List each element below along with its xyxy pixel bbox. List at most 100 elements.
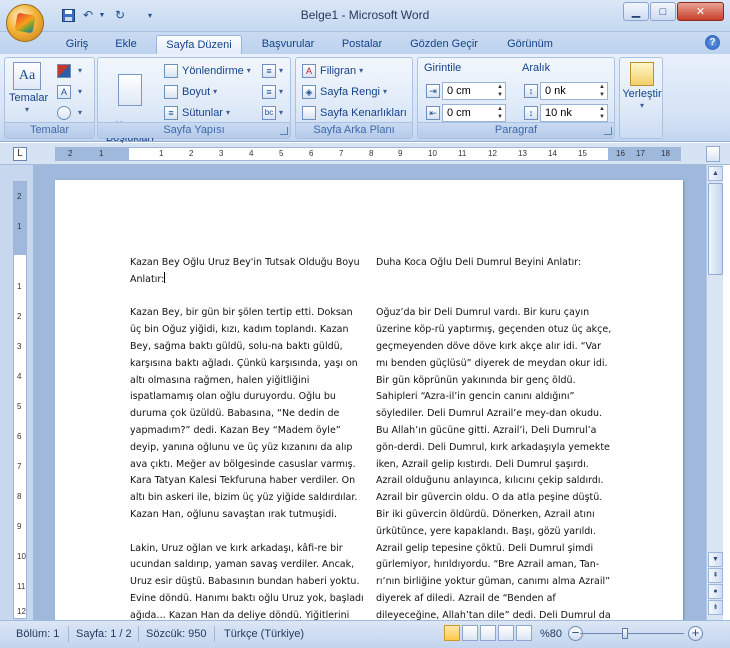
web-layout-view-button[interactable] (480, 625, 496, 641)
ruler-number: 6 (309, 149, 314, 158)
themes-icon: Aa (13, 62, 41, 90)
vruler-number: 12 (17, 607, 26, 616)
help-icon[interactable]: ? (705, 35, 720, 50)
boyut-button[interactable]: Boyut ▾ (164, 83, 217, 101)
sayfa-rengi-button[interactable]: ◈ Sayfa Rengi ▾ (302, 83, 387, 101)
space-after-icon: ↕ (524, 106, 538, 120)
sayfa-yapisi-launcher-icon[interactable] (280, 127, 288, 135)
right-indent-value: 0 cm (447, 107, 471, 119)
ruler-number: 3 (219, 149, 224, 158)
document-area[interactable]: Kazan Bey Oğlu Uruz Bey'in Tutsak Olduğu… (33, 165, 706, 640)
ruler-number: 17 (636, 149, 645, 158)
tab-postalar[interactable]: Postalar (332, 35, 392, 54)
group-label-sayfa-yapisi: Sayfa Yapısı (98, 122, 290, 138)
hyphenation-button[interactable]: bc ▾ (262, 104, 283, 122)
status-section[interactable]: Bölüm: 1 (16, 625, 59, 643)
ruler-number: 14 (548, 149, 557, 158)
space-before-value: 0 nk (545, 85, 566, 97)
tab-sayfa-duzeni[interactable]: Sayfa Düzeni (156, 35, 242, 54)
zoom-slider[interactable] (580, 633, 684, 634)
maximize-button[interactable]: □ (650, 2, 676, 21)
document-page[interactable]: Kazan Bey Oğlu Uruz Bey'in Tutsak Olduğu… (55, 180, 683, 640)
horizontal-ruler[interactable]: 2 1 1 2 3 4 5 6 7 8 9 10 11 12 13 14 15 … (55, 147, 681, 161)
zoom-in-button[interactable]: + (688, 626, 703, 641)
ruler-number: 1 (99, 149, 104, 158)
scroll-down-button[interactable]: ▼ (708, 552, 723, 567)
space-before-spinner[interactable]: ▲ ▼ (597, 83, 607, 99)
sayfa-kenarliklari-button[interactable]: Sayfa Kenarlıkları (302, 104, 407, 122)
ruler-number: 5 (279, 149, 284, 158)
boyut-label: Boyut (182, 86, 211, 98)
status-page[interactable]: Sayfa: 1 / 2 (76, 625, 132, 643)
scrollbar-thumb[interactable] (708, 183, 723, 275)
right-indent-icon: ⇤ (426, 106, 440, 120)
temalar-button[interactable]: Aa Temalar ▾ (9, 62, 49, 116)
vruler-number: 1 (17, 222, 22, 231)
vertical-scrollbar[interactable]: ▲ ▼ ⇞ ● ⇟ (706, 165, 723, 620)
sutunlar-label: Sütunlar (182, 107, 223, 119)
theme-effects-button[interactable]: ▾ (57, 104, 82, 122)
status-separator (68, 626, 69, 642)
space-after-input[interactable]: 10 nk ▲ ▼ (540, 104, 608, 122)
vruler-number: 7 (17, 462, 22, 471)
paragraf-launcher-icon[interactable] (604, 127, 612, 135)
full-screen-reading-view-button[interactable] (462, 625, 478, 641)
margins-icon (118, 74, 142, 106)
right-column[interactable]: Duha Koca Oğlu Deli Dumrul Beyini Anlatı… (376, 255, 612, 640)
sutunlar-button[interactable]: ≡ Sütunlar ▾ (164, 104, 230, 122)
text-cursor (164, 271, 166, 283)
zoom-level[interactable]: %80 (540, 625, 562, 643)
left-column[interactable]: Kazan Bey Oğlu Uruz Bey'in Tutsak Olduğu… (130, 255, 366, 640)
office-button[interactable] (6, 4, 44, 42)
page-color-icon: ◈ (302, 85, 316, 99)
aralik-label: Aralık (522, 62, 551, 74)
tab-basvurular[interactable]: Başvurular (250, 35, 326, 54)
filigran-label: Filigran (320, 65, 357, 77)
outline-view-button[interactable] (498, 625, 514, 641)
ruler-number: 11 (458, 149, 467, 158)
tab-gozden-gecir[interactable]: Gözden Geçir (402, 35, 486, 54)
sayfa-rengi-label: Sayfa Rengi (320, 86, 380, 98)
minimize-button[interactable]: ▁ (623, 2, 649, 21)
close-button[interactable]: ✕ (677, 2, 724, 21)
status-separator (214, 626, 215, 642)
zoom-slider-knob[interactable] (622, 628, 628, 639)
theme-fonts-button[interactable]: A ▾ (57, 83, 82, 101)
ribbon-tabs: Giriş Ekle Sayfa Düzeni Başvurular Posta… (0, 32, 730, 54)
previous-page-button[interactable]: ⇞ (708, 568, 723, 583)
next-page-button[interactable]: ⇟ (708, 600, 723, 615)
right-indent-input[interactable]: 0 cm ▲ ▼ (442, 104, 506, 122)
space-before-input[interactable]: 0 nk ▲ ▼ (540, 82, 608, 100)
tab-giris[interactable]: Giriş (54, 35, 100, 54)
columns-icon: ≡ (164, 106, 178, 120)
draft-view-button[interactable] (516, 625, 532, 641)
size-icon (164, 85, 178, 99)
line-numbers-button[interactable]: ≡ ▾ (262, 83, 283, 101)
yerlestir-button[interactable]: Yerleştir ▾ (620, 62, 664, 112)
status-word-count[interactable]: Sözcük: 950 (146, 625, 207, 643)
filigran-button[interactable]: A Filigran ▾ (302, 62, 363, 80)
tab-ekle[interactable]: Ekle (104, 35, 148, 54)
yonlendirme-button[interactable]: Yönlendirme ▾ (164, 62, 251, 80)
select-browse-object-button[interactable]: ● (708, 584, 723, 599)
ruler-number: 15 (578, 149, 587, 158)
status-separator (138, 626, 139, 642)
vertical-ruler[interactable]: 2 1 1 2 3 4 5 6 7 8 9 10 11 12 (13, 181, 27, 619)
print-layout-view-button[interactable] (444, 625, 460, 641)
left-indent-input[interactable]: 0 cm ▲ ▼ (442, 82, 506, 100)
scroll-up-button[interactable]: ▲ (708, 166, 723, 181)
status-language[interactable]: Türkçe (Türkiye) (224, 625, 304, 643)
temalar-label: Temalar (9, 92, 49, 104)
tab-selector-button[interactable]: L (13, 147, 27, 161)
view-ruler-button[interactable] (706, 146, 720, 162)
right-indent-spinner[interactable]: ▲ ▼ (495, 105, 505, 121)
yonlendirme-label: Yönlendirme (182, 65, 244, 77)
theme-colors-button[interactable]: ▾ (57, 62, 82, 80)
left-indent-spinner[interactable]: ▲ ▼ (495, 83, 505, 99)
right-heading: Duha Koca Oğlu Deli Dumrul Beyini Anlatı… (376, 257, 582, 268)
space-after-spinner[interactable]: ▲ ▼ (597, 105, 607, 121)
breaks-button[interactable]: ≡ ▾ (262, 62, 283, 80)
tab-gorunum[interactable]: Görünüm (498, 35, 562, 54)
group-paragraf: Girintile Aralık ⇥ 0 cm ▲ ▼ ⇤ 0 cm ▲ ▼ ↕ 0 n… (417, 57, 615, 139)
vruler-number: 4 (17, 372, 22, 381)
